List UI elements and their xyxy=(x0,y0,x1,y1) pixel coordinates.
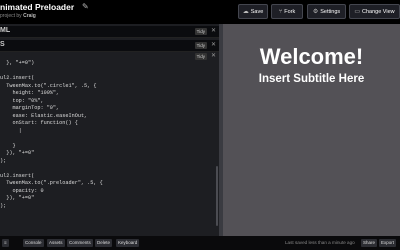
code-line: | xyxy=(0,127,22,134)
code-line: marginTop: "0", xyxy=(0,105,60,111)
fork-button-label: Fork xyxy=(284,8,296,15)
preview-heading: Welcome! xyxy=(259,44,364,69)
settings-button[interactable]: ⚙ Settings xyxy=(307,4,346,19)
assets-button[interactable]: Assets xyxy=(47,239,65,247)
comments-button[interactable]: Comments xyxy=(67,239,93,247)
html-panel-label: ML xyxy=(0,27,11,34)
code-line: }), "+=0" xyxy=(0,150,35,156)
pin-icon[interactable]: ✎ xyxy=(82,2,89,11)
html-collapse-icon[interactable]: ✕ xyxy=(211,27,216,34)
code-line: } xyxy=(0,142,16,149)
save-button-label: Save xyxy=(250,8,264,15)
byline-label: project by xyxy=(0,13,22,19)
code-line: }, "+=0") xyxy=(0,60,35,66)
footer-bar: ≡ Console Assets Comments Delete Keyboar… xyxy=(0,236,400,250)
css-tidy-button[interactable]: Tidy xyxy=(194,42,207,49)
change-view-button-label: Change View xyxy=(362,8,395,15)
editor-column: ML Tidy ✕ S Tidy ✕ Tidy ✕ }, "+=0") ul2.i… xyxy=(0,24,219,236)
preview-subtitle: Insert Subtitle Here xyxy=(258,73,365,85)
js-tidy-button[interactable]: Tidy xyxy=(194,53,207,60)
save-button[interactable]: ☁ Save xyxy=(238,4,268,19)
html-tidy-button[interactable]: Tidy xyxy=(194,28,207,35)
fork-icon: ⑂ xyxy=(278,8,283,15)
code-line: opacity: 0 xyxy=(0,187,44,194)
export-button[interactable]: Export xyxy=(379,239,397,247)
code-line: }), "+=0" xyxy=(0,195,35,201)
keyboard-button[interactable]: Keyboard xyxy=(116,239,140,247)
code-line: ul2.insert( xyxy=(0,75,35,81)
save-status: Last saved less than a minute ago xyxy=(285,240,355,245)
pen-title[interactable]: nimated Preloader xyxy=(0,2,74,12)
footer-menu-icon[interactable]: ≡ xyxy=(2,239,9,247)
change-view-button[interactable]: ▭ Change View xyxy=(349,4,400,19)
code-line: TweenMax.to(".circle1", .5, { xyxy=(0,82,97,89)
share-button[interactable]: Share xyxy=(361,239,378,247)
cloud-icon: ☁ xyxy=(242,9,249,15)
code-line: ul2.insert( xyxy=(0,172,35,179)
settings-button-label: Settings xyxy=(320,8,341,15)
code-line: TweenMax.to(".preloader", .5, { xyxy=(0,180,103,186)
author-name[interactable]: Craig xyxy=(23,13,36,19)
html-panel-header: ML Tidy ✕ xyxy=(0,26,219,38)
js-code-editor[interactable]: }, "+=0") ul2.insert( TweenMax.to(".circl… xyxy=(0,60,214,236)
js-collapse-icon[interactable]: ✕ xyxy=(211,52,216,59)
code-line: ); xyxy=(0,157,7,164)
editor-scrollbar[interactable] xyxy=(216,166,218,226)
css-panel-label: S xyxy=(0,41,5,48)
code-line: height: "100%", xyxy=(0,90,60,96)
code-line: onStart: function() { xyxy=(0,120,78,126)
css-panel-header: S Tidy ✕ xyxy=(0,40,219,52)
editor-workspace: ML Tidy ✕ S Tidy ✕ Tidy ✕ }, "+=0") ul2.i… xyxy=(0,24,400,236)
console-button[interactable]: Console xyxy=(23,239,44,247)
byline: project by Craig xyxy=(0,13,36,19)
code-line: top: "0%", xyxy=(0,97,44,104)
monitor-icon: ▭ xyxy=(354,9,361,15)
delete-button[interactable]: Delete xyxy=(95,239,113,247)
preview-pane: Welcome! Insert Subtitle Here xyxy=(223,24,400,236)
fork-button[interactable]: ⑂ Fork xyxy=(271,4,303,19)
code-line: ease: Elastic.easeInOut, xyxy=(0,112,88,119)
gear-icon: ⚙ xyxy=(312,9,319,15)
code-line: ); xyxy=(0,202,7,209)
header-bar: nimated Preloader ✎ project by Craig ☁ S… xyxy=(0,0,400,24)
css-collapse-icon[interactable]: ✕ xyxy=(211,41,216,48)
